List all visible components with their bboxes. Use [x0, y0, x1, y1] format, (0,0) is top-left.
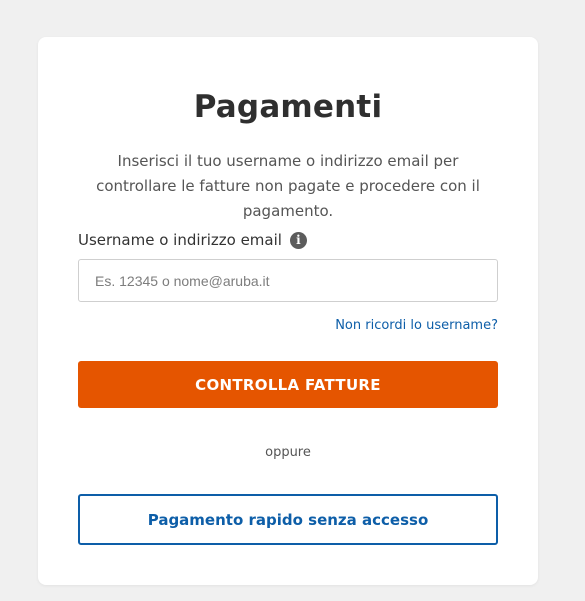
payment-card: Pagamenti Inserisci il tuo username o in…: [38, 37, 538, 585]
username-input[interactable]: [78, 259, 498, 302]
forgot-username-link[interactable]: Non ricordi lo username?: [335, 318, 498, 333]
page-title: Pagamenti: [193, 89, 383, 125]
or-separator: oppure: [265, 445, 311, 460]
username-field-label: Username o indirizzo email i: [78, 231, 307, 249]
check-invoices-button[interactable]: CONTROLLA FATTURE: [78, 361, 498, 408]
quick-payment-button[interactable]: Pagamento rapido senza accesso: [78, 494, 498, 545]
intro-text: Inserisci il tuo username o indirizzo em…: [96, 152, 480, 220]
username-label-text: Username o indirizzo email: [78, 231, 282, 249]
info-icon[interactable]: i: [289, 231, 307, 249]
